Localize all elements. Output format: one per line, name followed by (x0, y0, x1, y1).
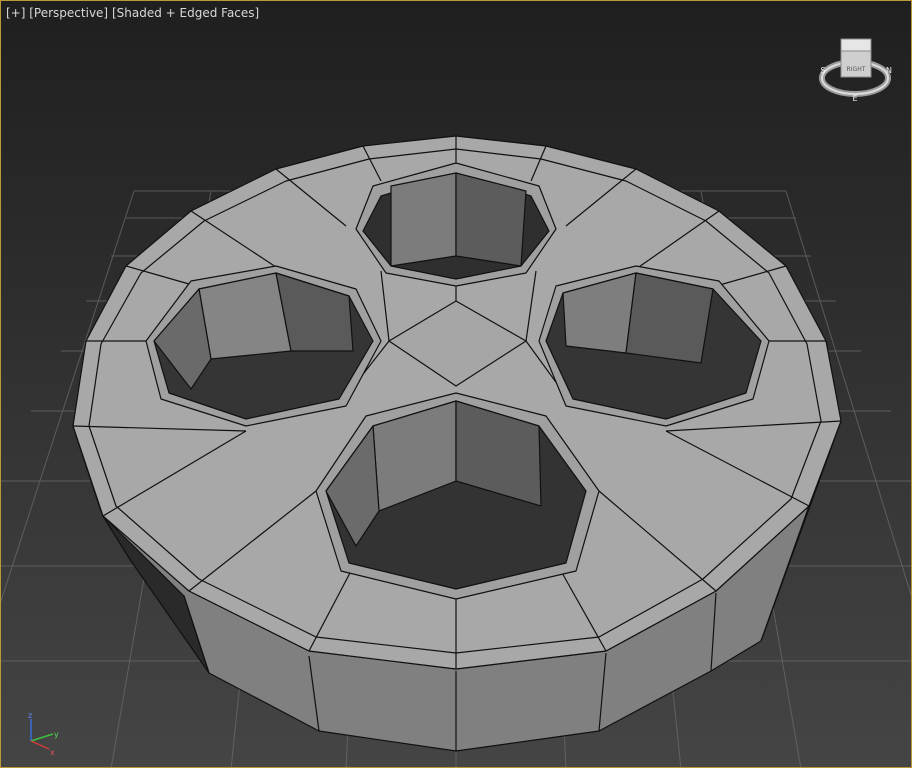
wheel-mesh[interactable] (72, 135, 842, 752)
compass-north-label: N (886, 66, 892, 75)
axis-z-label: z (28, 711, 32, 720)
perspective-viewport[interactable]: [+] [Perspective] [Shaded + Edged Faces] (0, 0, 912, 768)
compass-south-label: S (820, 66, 825, 75)
axis-y-label: y (54, 730, 59, 739)
viewport-scene: RIGHT S N E z y x (1, 38, 911, 767)
axis-tripod: z y x (28, 711, 59, 757)
compass-east-label: E (852, 94, 857, 103)
viewcube-face-label: RIGHT (847, 66, 866, 73)
viewcube[interactable]: RIGHT S N E (819, 38, 892, 103)
axis-x-label: x (50, 748, 55, 757)
